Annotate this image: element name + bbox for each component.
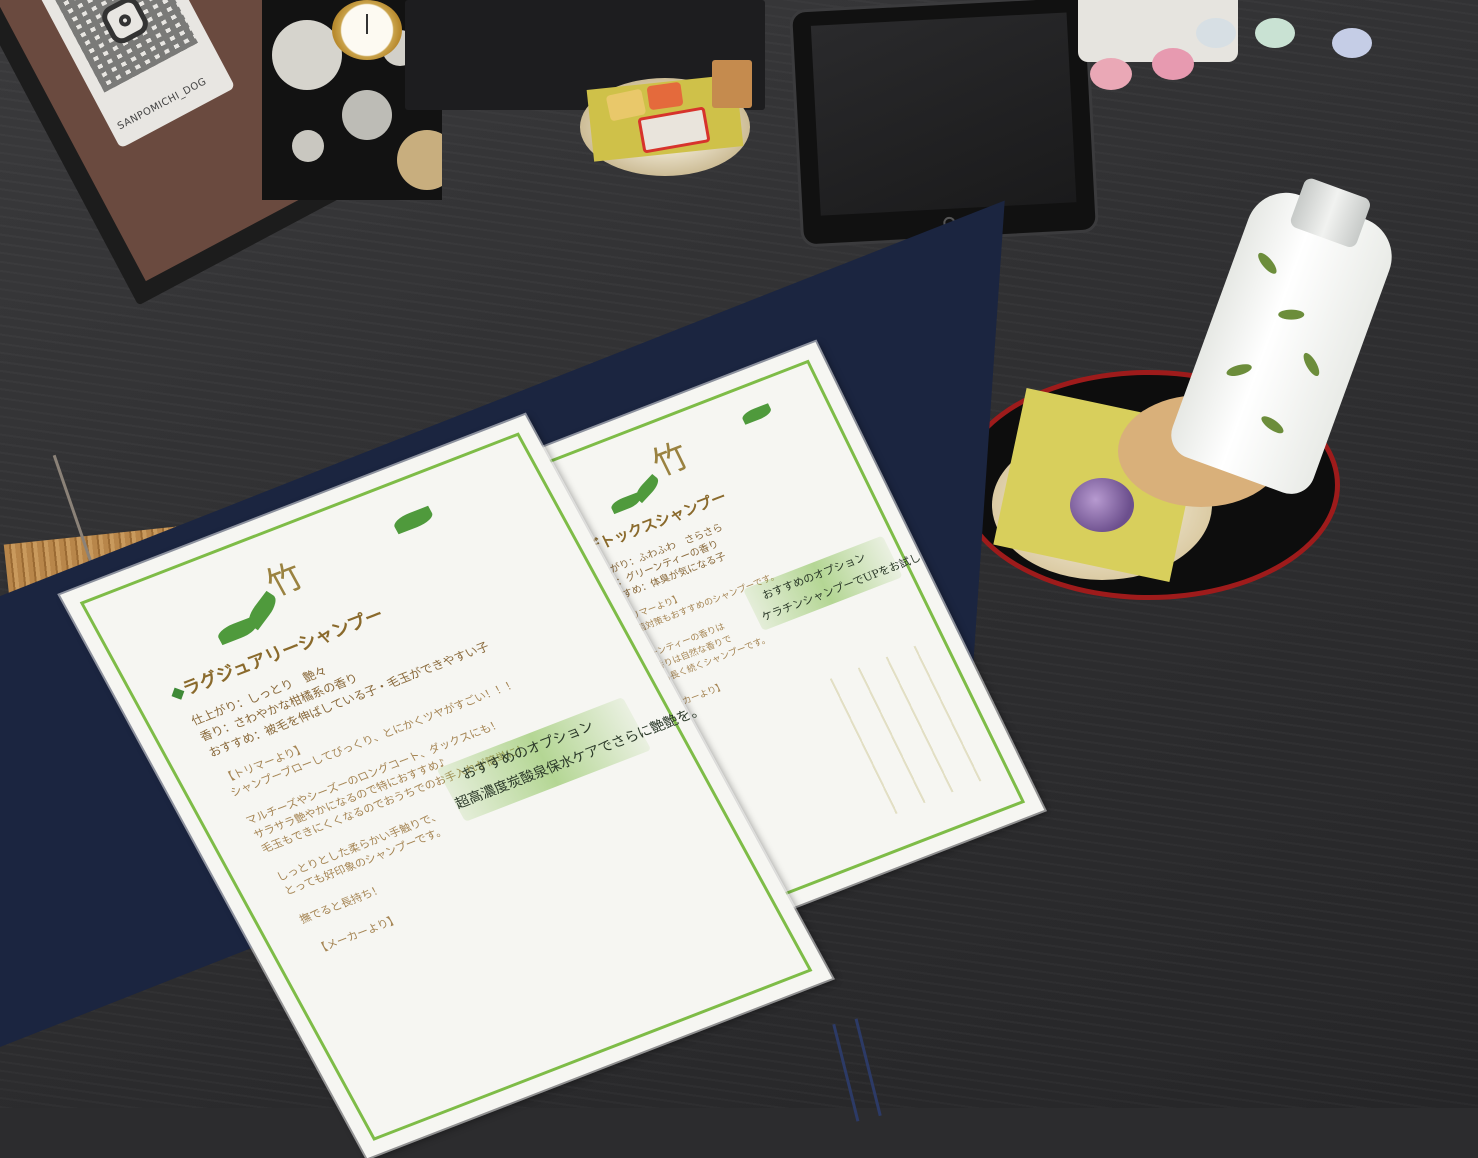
wrapped-candy <box>1070 478 1134 532</box>
leaf-print <box>1258 413 1286 437</box>
tablet[interactable] <box>788 0 1100 248</box>
tablet-screen[interactable] <box>810 12 1077 216</box>
desk-clock <box>332 0 402 60</box>
leaf-print <box>1225 361 1253 379</box>
dot <box>397 130 442 190</box>
cosmetic-jar <box>1152 48 1194 80</box>
leaf-print <box>1255 250 1280 277</box>
instagram-qr-card: SANPOMICHI_DOG <box>38 0 236 149</box>
cosmetic-jar <box>1196 18 1236 48</box>
wooden-block <box>712 60 752 108</box>
candy-wrapper <box>646 81 684 111</box>
cosmetic-jar <box>1090 58 1132 90</box>
instagram-handle: SANPOMICHI_DOG <box>115 76 209 133</box>
dot <box>342 90 392 140</box>
leaf-print <box>1278 309 1305 320</box>
dot <box>292 130 324 162</box>
cosmetic-jar <box>1332 28 1372 58</box>
leaf-print <box>1300 350 1323 379</box>
cosmetic-jar <box>1255 18 1295 48</box>
